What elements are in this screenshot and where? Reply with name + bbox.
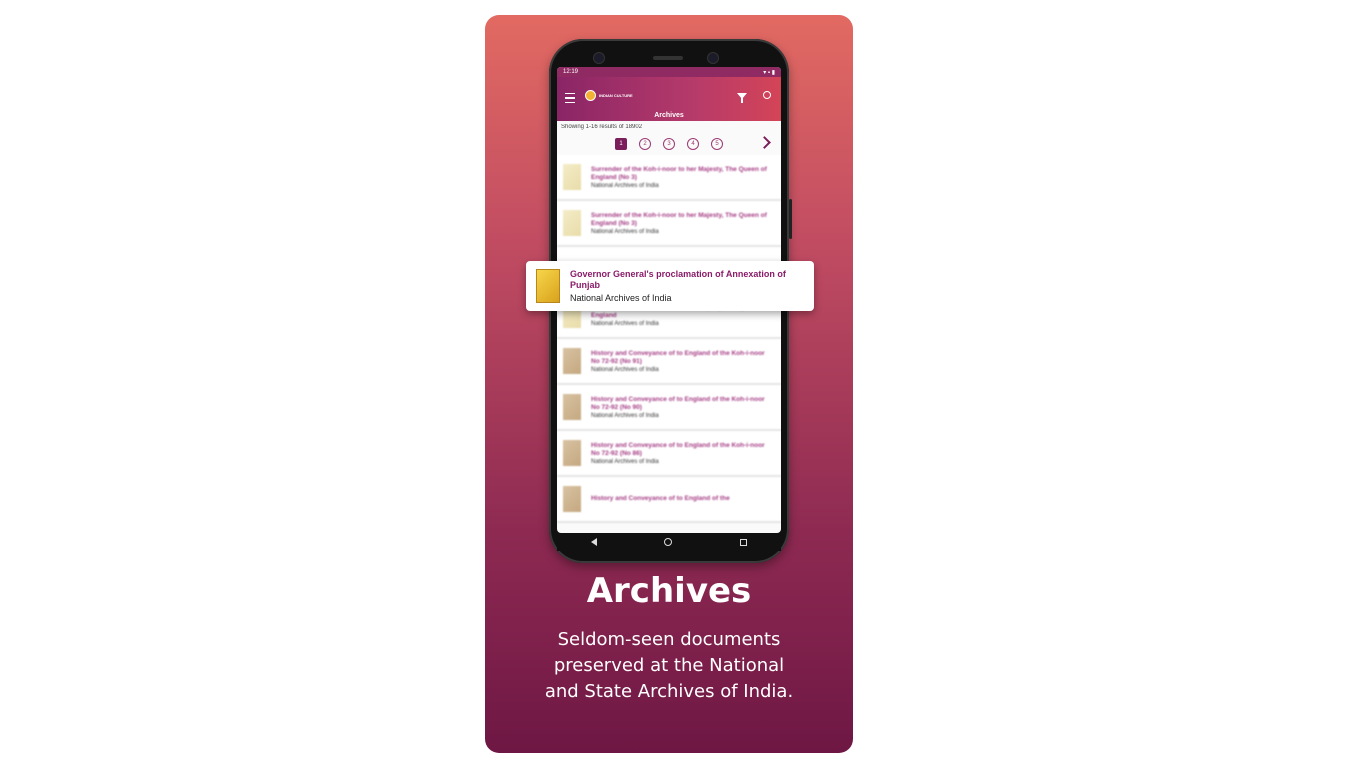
page-title: Archives <box>654 112 684 119</box>
document-thumbnail <box>563 486 581 512</box>
list-item-title: History and Conveyance of to England of … <box>591 494 730 502</box>
document-thumbnail <box>536 269 560 303</box>
list-item[interactable]: Surrender of the Koh-i-noor to her Majes… <box>557 155 781 201</box>
list-item-source: National Archives of India <box>591 182 659 189</box>
document-thumbnail <box>563 210 581 236</box>
card-heading: Archives <box>586 571 752 611</box>
page-button-4[interactable]: 4 <box>687 138 699 150</box>
list-item[interactable]: History and Conveyance of to England of … <box>557 477 781 523</box>
list-item-title: History and Conveyance of to England of … <box>591 349 765 365</box>
page-button-3[interactable]: 3 <box>663 138 675 150</box>
list-item-title: History and Conveyance of to England of … <box>591 441 765 457</box>
list-item-source: National Archives of India <box>591 412 659 419</box>
document-thumbnail <box>563 394 581 420</box>
list-item[interactable]: Surrender of the Koh-i-noor to her Majes… <box>557 201 781 247</box>
list-item-source: National Archives of India <box>591 320 659 327</box>
highlighted-title: Governor General's proclamation of Annex… <box>570 269 786 290</box>
status-bar: 12:19 ▾ ▪ ▮ <box>557 67 781 77</box>
card-description: Seldom-seen documents preserved at the N… <box>544 629 794 702</box>
search-icon[interactable] <box>763 91 771 99</box>
status-time: 12:19 <box>563 69 579 75</box>
status-icons: ▾ ▪ ▮ <box>763 69 775 76</box>
side-button <box>789 199 792 239</box>
list-item-title: Surrender of the Koh-i-noor to her Majes… <box>591 165 767 181</box>
app-bar: INDIAN CULTURE Archives <box>557 77 781 121</box>
android-nav-bar <box>557 533 781 551</box>
front-camera-icon <box>593 52 605 64</box>
list-item-source: National Archives of India <box>591 366 659 373</box>
recent-apps-icon[interactable] <box>740 538 748 546</box>
logo-icon <box>585 90 596 101</box>
feature-card: 12:19 ▾ ▪ ▮ INDIAN CULTURE Archives Show… <box>485 15 853 753</box>
document-thumbnail <box>563 348 581 374</box>
logo-text: INDIAN CULTURE <box>599 93 633 98</box>
speaker-grille <box>653 56 683 60</box>
list-item-title: History and Conveyance of to England of … <box>591 395 765 411</box>
list-item[interactable]: History and Conveyance of to England of … <box>557 339 781 385</box>
document-thumbnail <box>563 440 581 466</box>
list-item-source: National Archives of India <box>591 228 659 235</box>
highlighted-archive-card[interactable]: Governor General's proclamation of Annex… <box>526 261 814 311</box>
home-icon[interactable] <box>664 538 673 546</box>
sensor-icon <box>707 52 719 64</box>
list-item[interactable]: History and Conveyance of to England of … <box>557 385 781 431</box>
page-button-1[interactable]: 1 <box>615 138 627 150</box>
page-button-2[interactable]: 2 <box>639 138 651 150</box>
results-count: Showing 1-16 results of 18902 <box>561 124 643 130</box>
app-logo[interactable]: INDIAN CULTURE <box>585 90 633 101</box>
archive-list: Surrender of the Koh-i-noor to her Majes… <box>557 155 781 523</box>
back-icon[interactable] <box>590 538 597 546</box>
list-item-source: National Archives of India <box>591 458 659 465</box>
list-item-title: Surrender of the Koh-i-noor to her Majes… <box>591 211 767 227</box>
page-button-5[interactable]: 5 <box>711 138 723 150</box>
chevron-right-icon[interactable] <box>758 136 771 149</box>
highlighted-source: National Archives of India <box>570 293 672 303</box>
pagination: 1 2 3 4 5 <box>557 133 781 155</box>
filter-icon[interactable] <box>737 93 747 103</box>
menu-icon[interactable] <box>565 93 575 103</box>
document-thumbnail <box>563 164 581 190</box>
list-item[interactable]: History and Conveyance of to England of … <box>557 431 781 477</box>
